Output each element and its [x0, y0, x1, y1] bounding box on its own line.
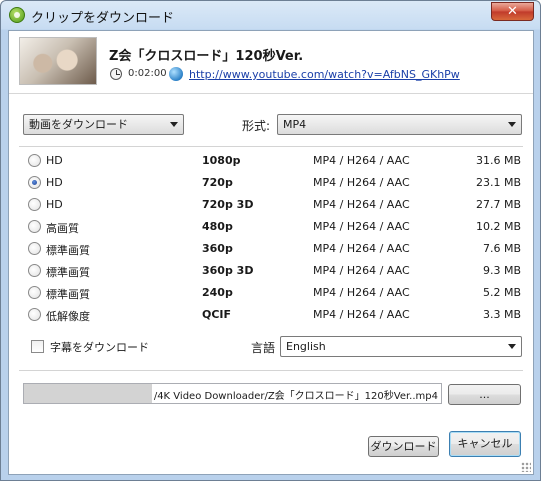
- quality-radio[interactable]: [28, 220, 41, 233]
- chevron-down-icon: [508, 122, 516, 127]
- quality-size: 10.2 MB: [475, 220, 521, 233]
- dialog-body: Z会「クロスロード」120秒Ver. 0:02:00 http://www.yo…: [8, 30, 534, 475]
- cancel-button[interactable]: キャンセル: [449, 431, 521, 457]
- quality-resolution: 720p 3D: [202, 198, 254, 211]
- quality-resolution: 240p: [202, 286, 233, 299]
- quality-size: 3.3 MB: [482, 308, 521, 321]
- quality-option-row[interactable]: HD 720p MP4 / H264 / AAC 23.1 MB: [9, 173, 533, 195]
- language-label: 言語: [251, 341, 276, 355]
- quality-name: 標準画質: [46, 266, 90, 279]
- quality-radio[interactable]: [28, 242, 41, 255]
- output-path-text: /4K Video Downloader/Z会「クロスロード」120秒Ver..…: [153, 391, 438, 402]
- quality-name: HD: [46, 176, 63, 189]
- quality-option-row[interactable]: HD 720p 3D MP4 / H264 / AAC 27.7 MB: [9, 195, 533, 217]
- quality-size: 31.6 MB: [475, 154, 521, 167]
- quality-radio[interactable]: [28, 308, 41, 321]
- quality-size: 27.7 MB: [475, 198, 521, 211]
- download-subtitles-checkbox[interactable]: [31, 340, 44, 353]
- download-mode-value: 動画をダウンロード: [29, 118, 128, 131]
- clock-icon: [110, 68, 122, 80]
- language-value: English: [286, 340, 326, 353]
- quality-option-row[interactable]: 低解像度 QCIF MP4 / H264 / AAC 3.3 MB: [9, 305, 533, 327]
- quality-radio-selected[interactable]: [28, 176, 41, 189]
- quality-size: 5.2 MB: [482, 286, 521, 299]
- format-value: MP4: [283, 118, 307, 131]
- chevron-down-icon: [170, 122, 178, 127]
- download-button[interactable]: ダウンロード: [368, 436, 439, 457]
- app-icon: [9, 7, 25, 23]
- browse-button[interactable]: ...: [448, 384, 521, 405]
- quality-option-row[interactable]: HD 1080p MP4 / H264 / AAC 31.6 MB: [9, 151, 533, 173]
- quality-resolution: 1080p: [202, 154, 241, 167]
- quality-format: MP4 / H264 / AAC: [313, 220, 410, 233]
- quality-name: 低解像度: [46, 310, 90, 323]
- video-thumbnail: [19, 37, 97, 85]
- quality-size: 23.1 MB: [475, 176, 521, 189]
- quality-resolution: 720p: [202, 176, 233, 189]
- dialog-window: クリップをダウンロード ✕ Z会「クロスロード」120秒Ver. 0:02:00…: [0, 0, 541, 481]
- video-duration: 0:02:00: [128, 68, 167, 79]
- quality-resolution: 360p 3D: [202, 264, 254, 277]
- quality-format: MP4 / H264 / AAC: [313, 308, 410, 321]
- quality-resolution: 480p: [202, 220, 233, 233]
- quality-resolution: 360p: [202, 242, 233, 255]
- divider: [19, 370, 523, 371]
- video-info-header: Z会「クロスロード」120秒Ver. 0:02:00 http://www.yo…: [9, 31, 533, 94]
- quality-option-row[interactable]: 標準画質 240p MP4 / H264 / AAC 5.2 MB: [9, 283, 533, 305]
- quality-format: MP4 / H264 / AAC: [313, 198, 410, 211]
- format-select[interactable]: MP4: [277, 114, 522, 135]
- globe-icon: [169, 67, 183, 81]
- quality-resolution: QCIF: [202, 308, 232, 321]
- quality-format: MP4 / H264 / AAC: [313, 286, 410, 299]
- quality-radio[interactable]: [28, 198, 41, 211]
- quality-option-row[interactable]: 標準画質 360p MP4 / H264 / AAC 7.6 MB: [9, 239, 533, 261]
- resize-grip[interactable]: [521, 462, 531, 472]
- chevron-down-icon: [508, 344, 516, 349]
- window-title: クリップをダウンロード: [31, 11, 175, 26]
- quality-radio[interactable]: [28, 154, 41, 167]
- quality-size: 7.6 MB: [482, 242, 521, 255]
- download-subtitles-label: 字幕をダウンロード: [50, 341, 149, 354]
- quality-radio[interactable]: [28, 264, 41, 277]
- quality-format: MP4 / H264 / AAC: [313, 264, 410, 277]
- title-bar[interactable]: クリップをダウンロード ✕: [1, 1, 540, 30]
- divider: [19, 146, 523, 147]
- close-icon[interactable]: ✕: [491, 2, 534, 21]
- quality-size: 9.3 MB: [482, 264, 521, 277]
- language-select[interactable]: English: [280, 336, 522, 357]
- video-url-link[interactable]: http://www.youtube.com/watch?v=AfbNS_GKh…: [189, 68, 460, 81]
- download-mode-select[interactable]: 動画をダウンロード: [23, 114, 184, 135]
- quality-format: MP4 / H264 / AAC: [313, 242, 410, 255]
- quality-name: 標準画質: [46, 288, 90, 301]
- quality-name: 標準画質: [46, 244, 90, 257]
- quality-option-row[interactable]: 標準画質 360p 3D MP4 / H264 / AAC 9.3 MB: [9, 261, 533, 283]
- quality-format: MP4 / H264 / AAC: [313, 176, 410, 189]
- quality-name: HD: [46, 154, 63, 167]
- output-path-redacted: [24, 384, 152, 403]
- quality-name: HD: [46, 198, 63, 211]
- format-label: 形式:: [242, 119, 271, 133]
- quality-name: 高画質: [46, 222, 79, 235]
- video-title: Z会「クロスロード」120秒Ver.: [109, 49, 304, 64]
- quality-radio[interactable]: [28, 286, 41, 299]
- output-path-field[interactable]: /4K Video Downloader/Z会「クロスロード」120秒Ver..…: [23, 383, 442, 404]
- quality-format: MP4 / H264 / AAC: [313, 154, 410, 167]
- quality-option-row[interactable]: 高画質 480p MP4 / H264 / AAC 10.2 MB: [9, 217, 533, 239]
